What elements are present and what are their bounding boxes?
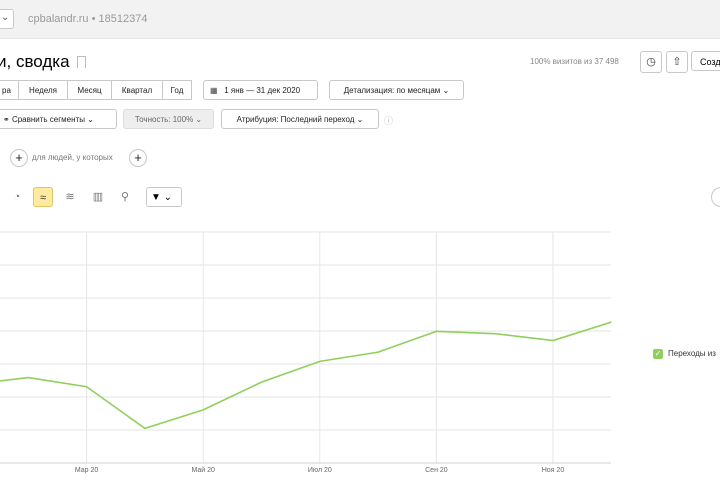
period-year[interactable]: Год [162, 80, 192, 100]
period-today[interactable]: ра [0, 80, 19, 100]
detail-dropdown[interactable]: Детализация: по месяцам ⌄ [329, 80, 464, 100]
create-report-button[interactable]: Созд [691, 51, 720, 71]
compare-label: Сравнить сегменты [11, 115, 85, 124]
attribution-label: Атрибуция: Последний переход [236, 115, 355, 124]
detail-label: Детализация: по месяцам [343, 86, 441, 95]
line-chart: Мар 20 Май 20 Июл 20 Сен 20 Ноя 20 [0, 231, 612, 474]
map-pin-icon[interactable]: ⚲ [115, 187, 135, 207]
legend-checkbox[interactable]: ✓ [653, 349, 663, 359]
add-filter-button[interactable]: + [10, 149, 28, 167]
chevron-down-icon: ⌄ [356, 115, 364, 124]
bookmark-icon[interactable] [77, 56, 86, 68]
chevron-down-icon: ⌄ [442, 86, 450, 95]
x-tick-label: Июл 20 [308, 467, 332, 474]
info-icon[interactable]: ⓘ [384, 114, 393, 127]
clock-icon: ◷ [646, 56, 656, 68]
comment-dropdown[interactable]: ▼ ⌄ [146, 187, 182, 207]
top-bar: ⌄ cpbalandr.ru • 18512374 [0, 0, 720, 39]
series-line[interactable] [0, 321, 612, 430]
date-range-picker[interactable]: ▦ 1 янв — 31 дек 2020 [203, 80, 318, 100]
accuracy-dropdown[interactable]: Точность: 100% ⌄ [123, 109, 214, 129]
period-month[interactable]: Месяц [67, 80, 112, 100]
attribution-dropdown[interactable]: Атрибуция: Последний переход ⌄ [221, 109, 379, 129]
add-people-filter-button[interactable]: + [129, 149, 147, 167]
x-tick-label: Ноя 20 [542, 467, 565, 474]
segments-icon: ⚭ [3, 115, 10, 124]
history-button[interactable]: ◷ [640, 51, 662, 73]
site-selector[interactable]: ⌄ [0, 9, 14, 29]
pie-chart-icon[interactable]: ◔ [7, 187, 27, 207]
chart-settings-button[interactable] [711, 187, 720, 207]
area-chart-icon[interactable]: ≋ [60, 187, 80, 207]
x-tick-label: Май 20 [191, 466, 215, 474]
page-title: и, сводка [0, 52, 70, 71]
share-icon: ⇧ [672, 56, 682, 68]
line-chart-icon[interactable]: ≈ [33, 187, 53, 207]
filter-separator: : [0, 150, 1, 160]
period-week[interactable]: Неделя [18, 80, 68, 100]
export-button[interactable]: ⇧ [666, 51, 688, 73]
comment-icon: ▼ ⌄ [151, 192, 173, 203]
period-quarter[interactable]: Квартал [111, 80, 163, 100]
x-tick-label: Сен 20 [425, 467, 448, 474]
visits-sample-info: 100% визитов из 37 498 [530, 57, 619, 66]
site-name: cpbalandr.ru • 18512374 [28, 13, 148, 25]
x-tick-label: Мар 20 [75, 467, 99, 474]
compare-segments-dropdown[interactable]: ⚭ Сравнить сегменты ⌄ [0, 109, 117, 129]
calendar-icon: ▦ [210, 86, 218, 95]
date-range-label: 1 янв — 31 дек 2020 [224, 86, 301, 95]
chevron-down-icon: ⌄ [1, 12, 10, 23]
chevron-down-icon: ⌄ [195, 115, 203, 124]
legend-label: Переходы из [668, 349, 716, 358]
accuracy-label: Точность: 100% [134, 115, 194, 124]
chevron-down-icon: ⌄ [87, 115, 94, 124]
bar-chart-icon[interactable]: ▥ [88, 187, 108, 207]
filter-people-label: для людей, у которых [32, 153, 113, 162]
